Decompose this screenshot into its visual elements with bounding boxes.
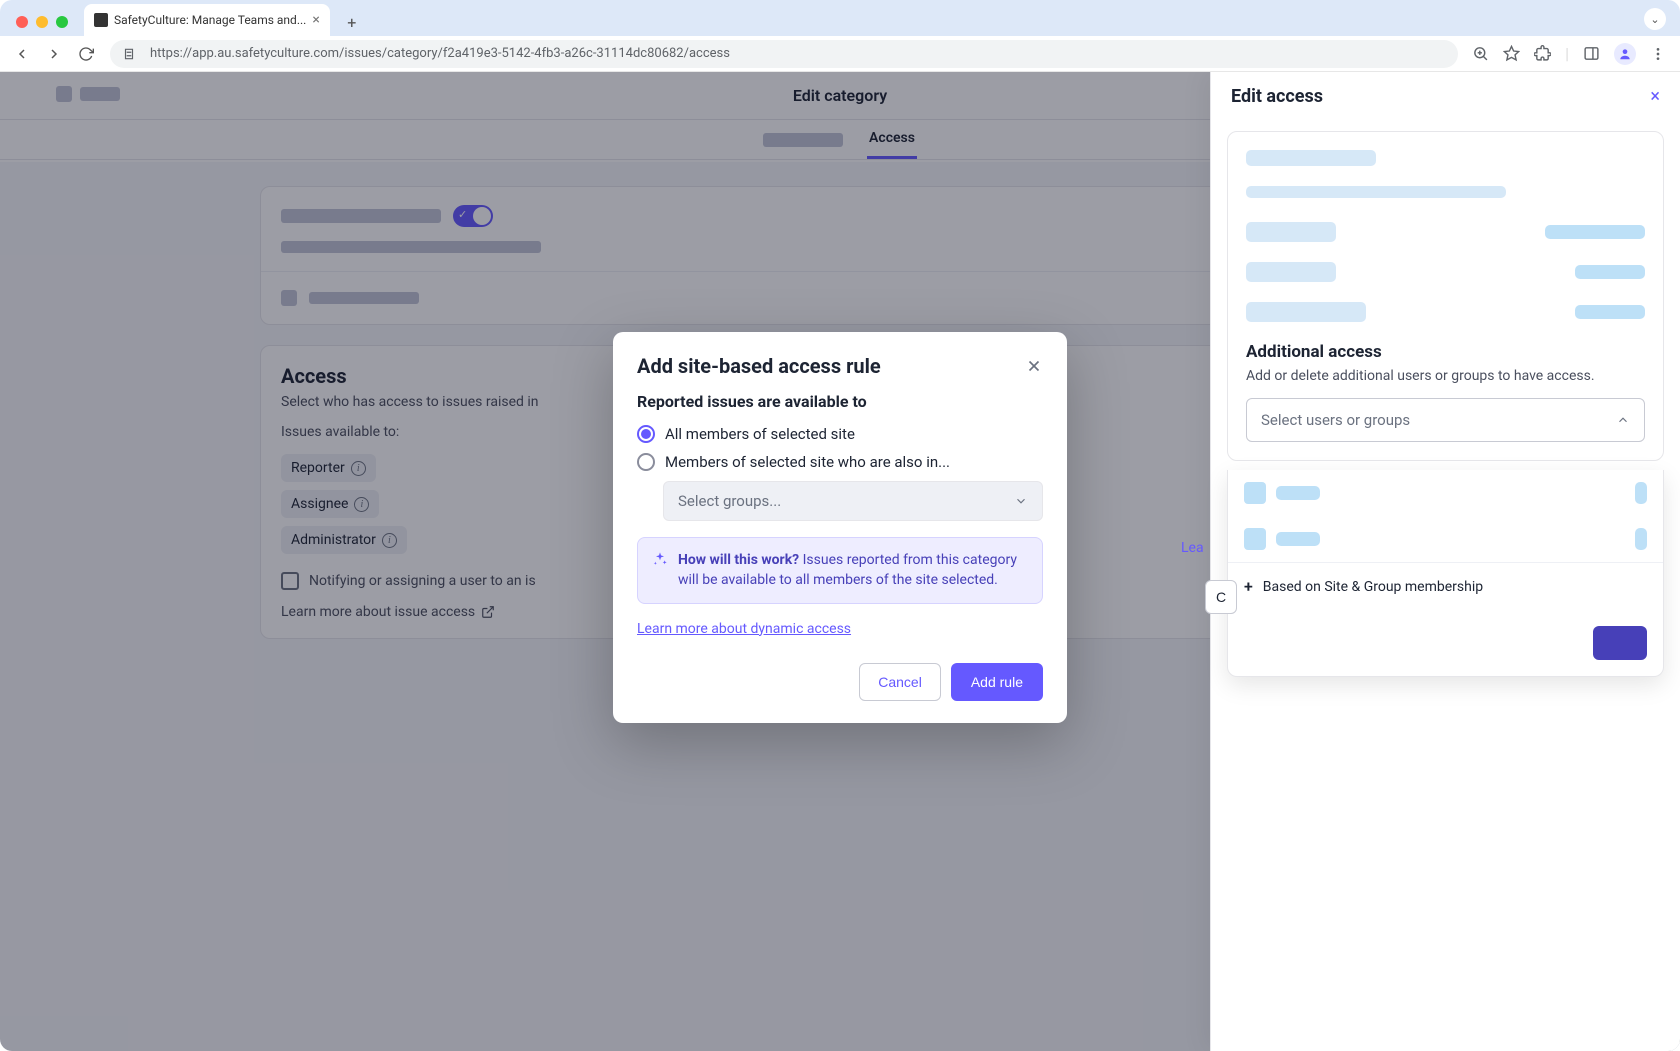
select-users-groups[interactable]: Select users or groups <box>1246 398 1645 442</box>
skeleton-line <box>1276 486 1320 500</box>
profile-icon[interactable] <box>1614 43 1636 65</box>
edit-access-panel: Edit access × Additional access Add or d… <box>1210 72 1680 1051</box>
info-callout: How will this work? Issues reported from… <box>637 537 1043 604</box>
dropdown-item[interactable] <box>1228 470 1663 516</box>
favicon-icon <box>94 13 108 27</box>
browser-tab[interactable]: SafetyCulture: Manage Teams and... × <box>84 4 330 36</box>
sparkle-icon <box>652 551 668 591</box>
modal-close-icon[interactable] <box>1025 357 1043 375</box>
bookmark-icon[interactable] <box>1503 45 1520 62</box>
window-controls <box>12 16 76 36</box>
panel-title: Edit access <box>1231 86 1323 107</box>
skeleton-line <box>1246 150 1376 166</box>
radio-icon[interactable] <box>637 453 655 471</box>
minimize-window-icon[interactable] <box>36 16 48 28</box>
skeleton-line <box>1276 532 1320 546</box>
close-window-icon[interactable] <box>16 16 28 28</box>
chevron-down-icon <box>1014 494 1028 508</box>
additional-access-heading: Additional access <box>1246 342 1645 362</box>
avatar-placeholder <box>1244 482 1266 504</box>
info-text: How will this work? Issues reported from… <box>678 550 1028 591</box>
users-groups-dropdown: + Based on Site & Group membership <box>1227 470 1664 677</box>
radio-all-members[interactable]: All members of selected site <box>637 425 1043 443</box>
chevron-up-icon <box>1616 413 1630 427</box>
add-rule-button[interactable]: Add rule <box>951 663 1043 701</box>
tab-overflow-icon[interactable]: ⌄ <box>1644 8 1666 30</box>
add-rule-modal: Add site-based access rule Reported issu… <box>613 332 1067 723</box>
learn-more-dynamic-link[interactable]: Learn more about dynamic access <box>637 621 851 637</box>
reload-icon[interactable] <box>78 46 96 62</box>
radio-icon[interactable] <box>637 425 655 443</box>
plus-icon: + <box>1244 577 1253 596</box>
maximize-window-icon[interactable] <box>56 16 68 28</box>
new-tab-button[interactable]: + <box>338 8 366 36</box>
tab-close-icon[interactable]: × <box>312 12 319 28</box>
cancel-button[interactable]: Cancel <box>859 663 941 701</box>
skeleton-line <box>1575 265 1645 279</box>
protocol-icon <box>122 47 140 61</box>
avatar-placeholder <box>1244 528 1266 550</box>
skeleton-line <box>1635 528 1647 550</box>
partial-text-lea: Lea <box>1181 540 1204 556</box>
skeleton-line <box>1246 262 1336 282</box>
tab-title: SafetyCulture: Manage Teams and... <box>114 13 306 27</box>
modal-subtitle: Reported issues are available to <box>637 392 1043 411</box>
modal-title: Add site-based access rule <box>637 354 881 378</box>
additional-access-sub: Add or delete additional users or groups… <box>1246 368 1645 384</box>
dropdown-item[interactable] <box>1228 516 1663 562</box>
skeleton-line <box>1246 302 1366 322</box>
browser-toolbar: https://app.au.safetyculture.com/issues/… <box>0 36 1680 72</box>
select-groups[interactable]: Select groups... <box>663 481 1043 521</box>
radio-members-in-group[interactable]: Members of selected site who are also in… <box>637 453 1043 471</box>
skeleton-line <box>1575 305 1645 319</box>
url-text: https://app.au.safetyculture.com/issues/… <box>150 46 730 61</box>
address-bar[interactable]: https://app.au.safetyculture.com/issues/… <box>110 40 1458 68</box>
browser-menu-icon[interactable] <box>1650 46 1666 62</box>
extensions-icon[interactable] <box>1534 45 1551 62</box>
panel-cancel-partial[interactable]: C <box>1205 580 1237 614</box>
side-panel-icon[interactable] <box>1583 45 1600 62</box>
skeleton-line <box>1246 186 1506 198</box>
skeleton-line <box>1635 482 1647 504</box>
back-icon[interactable] <box>14 46 32 62</box>
skeleton-line <box>1246 222 1336 242</box>
panel-close-icon[interactable]: × <box>1650 86 1660 107</box>
zoom-icon[interactable] <box>1472 45 1489 62</box>
skeleton-line <box>1545 225 1645 239</box>
dropdown-site-option[interactable]: + Based on Site & Group membership <box>1228 562 1663 610</box>
browser-tab-strip: SafetyCulture: Manage Teams and... × + ⌄ <box>0 0 1680 36</box>
panel-primary-button[interactable] <box>1593 626 1647 660</box>
forward-icon[interactable] <box>46 46 64 62</box>
